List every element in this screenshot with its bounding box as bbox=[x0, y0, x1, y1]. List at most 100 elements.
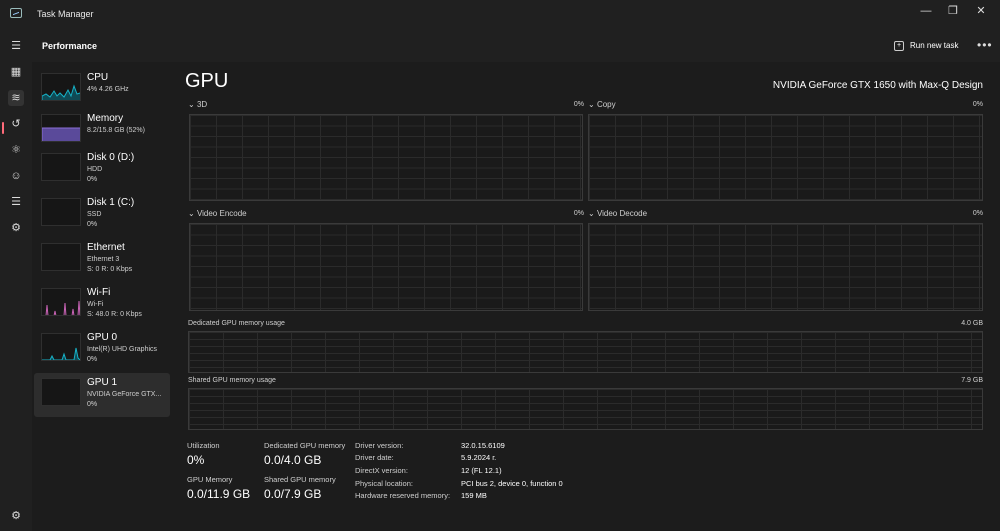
reserved-memory-value: 159 MB bbox=[461, 491, 487, 500]
app-history-icon[interactable]: ↺ bbox=[8, 116, 24, 132]
graph-value: 0% bbox=[972, 210, 983, 217]
device-item-gpu-1[interactable]: GPU 1 NVIDIA GeForce GTX... 0% bbox=[34, 373, 170, 417]
device-item-memory[interactable]: Memory 8.2/15.8 GB (52%) bbox=[34, 109, 170, 153]
gpu-memory-label: GPU Memory bbox=[187, 475, 233, 484]
navigation-rail: ☰ ▦ ≋ ↺ ⚛ ☺ ☰ ⚙ ⚙ bbox=[0, 30, 32, 531]
device-detail: 4% 4.26 GHz bbox=[87, 86, 129, 93]
shared-memory-value: 0.0/7.9 GB bbox=[264, 487, 322, 501]
shared-memory-max: 7.9 GB bbox=[961, 377, 983, 384]
directx-version-value: 12 (FL 12.1) bbox=[461, 466, 502, 475]
performance-icon[interactable]: ≋ bbox=[8, 90, 24, 106]
shared-memory-label: Shared GPU memory bbox=[264, 475, 336, 484]
cpu-thumbnail-graph bbox=[41, 73, 81, 101]
processes-icon[interactable]: ▦ bbox=[8, 64, 24, 80]
gpu-memory-value: 0.0/11.9 GB bbox=[187, 487, 251, 501]
device-item-gpu-0[interactable]: GPU 0 Intel(R) UHD Graphics 0% bbox=[34, 328, 170, 372]
chevron-down-icon: ⌄ bbox=[188, 100, 195, 109]
device-detail: Ethernet 3 bbox=[87, 256, 120, 263]
run-task-icon: + bbox=[894, 41, 904, 51]
restore-button[interactable]: ❐ bbox=[945, 4, 961, 18]
device-name: Ethernet bbox=[87, 242, 125, 253]
dedicated-memory-graph bbox=[188, 331, 983, 373]
device-name: Disk 0 (D:) bbox=[87, 152, 135, 163]
device-item-disk-0[interactable]: Disk 0 (D:) HDD 0% bbox=[34, 148, 170, 192]
physical-location-value: PCI bus 2, device 0, function 0 bbox=[461, 479, 563, 488]
disk-0-thumbnail-graph bbox=[41, 153, 81, 181]
physical-location-key: Physical location: bbox=[355, 479, 413, 488]
dedicated-memory-max: 4.0 GB bbox=[961, 320, 983, 327]
device-name: GPU 1 bbox=[87, 377, 118, 388]
device-name: GPU 0 bbox=[87, 332, 118, 343]
title-bar: Task Manager — ❐ ✕ bbox=[0, 0, 1000, 30]
chevron-down-icon: ⌄ bbox=[588, 209, 595, 218]
services-icon[interactable]: ⚙ bbox=[8, 220, 24, 236]
shared-memory-graph-label: Shared GPU memory usage bbox=[188, 377, 276, 384]
graph-label: Copy bbox=[596, 100, 616, 109]
window-title: Task Manager bbox=[37, 9, 94, 19]
gpu-title: GPU bbox=[185, 70, 229, 92]
device-detail: Intel(R) UHD Graphics bbox=[87, 346, 158, 353]
shared-memory-graph bbox=[188, 388, 983, 430]
active-indicator bbox=[2, 122, 4, 134]
utilization-label: Utilization bbox=[187, 441, 220, 450]
startup-apps-icon[interactable]: ⚛ bbox=[8, 142, 24, 158]
dedicated-memory-value: 0.0/4.0 GB bbox=[264, 453, 322, 467]
driver-date-value: 5.9.2024 г. bbox=[461, 453, 497, 462]
page-title: Performance bbox=[42, 41, 98, 51]
graph-value: 0% bbox=[972, 101, 983, 108]
details-icon[interactable]: ☰ bbox=[8, 194, 24, 210]
hamburger-menu-icon[interactable]: ☰ bbox=[8, 38, 24, 54]
close-button[interactable]: ✕ bbox=[973, 4, 989, 18]
gpu-model-name: NVIDIA GeForce GTX 1650 with Max-Q Desig… bbox=[772, 80, 983, 91]
graph-value: 0% bbox=[573, 101, 584, 108]
users-icon[interactable]: ☺ bbox=[8, 168, 24, 184]
device-detail: Wi-Fi bbox=[87, 301, 104, 308]
device-usage: 0% bbox=[87, 356, 98, 363]
device-name: Disk 1 (C:) bbox=[87, 197, 135, 208]
device-detail: NVIDIA GeForce GTX... bbox=[87, 391, 162, 398]
wifi-thumbnail-graph bbox=[41, 288, 81, 316]
device-throughput: S: 0 R: 0 Kbps bbox=[87, 266, 133, 273]
disk-1-thumbnail-graph bbox=[41, 198, 81, 226]
graph-video-encode-selector[interactable]: ⌄ Video Encode bbox=[188, 209, 247, 218]
directx-version-key: DirectX version: bbox=[355, 466, 408, 475]
graph-label: 3D bbox=[196, 100, 208, 109]
reserved-memory-key: Hardware reserved memory: bbox=[355, 491, 451, 500]
graph-video-decode-selector[interactable]: ⌄ Video Decode bbox=[588, 209, 647, 218]
device-throughput: S: 48.0 R: 0 Kbps bbox=[87, 311, 142, 318]
chevron-down-icon: ⌄ bbox=[188, 209, 195, 218]
driver-version-value: 32.0.15.6109 bbox=[461, 441, 505, 450]
gpu-1-thumbnail-graph bbox=[41, 378, 81, 406]
device-item-wifi[interactable]: Wi-Fi Wi-Fi S: 48.0 R: 0 Kbps bbox=[34, 283, 170, 327]
graph-copy-selector[interactable]: ⌄ Copy bbox=[588, 100, 616, 109]
dedicated-memory-graph-label: Dedicated GPU memory usage bbox=[188, 320, 285, 327]
graph-label: Video Encode bbox=[196, 209, 247, 218]
settings-gear-icon[interactable]: ⚙ bbox=[8, 508, 24, 524]
graph-label: Video Decode bbox=[596, 209, 648, 218]
graph-video-decode bbox=[588, 223, 983, 311]
dedicated-memory-label: Dedicated GPU memory bbox=[264, 441, 346, 450]
device-detail: HDD bbox=[87, 166, 103, 173]
device-usage: 0% bbox=[87, 401, 98, 408]
page-header: Performance + Run new task ••• bbox=[32, 30, 1000, 62]
graph-video-encode bbox=[189, 223, 583, 311]
run-new-task-button[interactable]: + Run new task bbox=[894, 37, 958, 55]
minimize-button[interactable]: — bbox=[918, 4, 934, 18]
driver-version-key: Driver version: bbox=[355, 441, 404, 450]
device-usage: 0% bbox=[87, 221, 98, 228]
device-item-ethernet[interactable]: Ethernet Ethernet 3 S: 0 R: 0 Kbps bbox=[34, 238, 170, 282]
more-options-icon[interactable]: ••• bbox=[977, 38, 993, 52]
graph-3d-selector[interactable]: ⌄ 3D bbox=[188, 100, 207, 109]
device-item-disk-1[interactable]: Disk 1 (C:) SSD 0% bbox=[34, 193, 170, 237]
utilization-value: 0% bbox=[187, 453, 205, 467]
gpu-performance-panel: GPU NVIDIA GeForce GTX 1650 with Max-Q D… bbox=[172, 62, 1000, 531]
task-manager-icon bbox=[10, 8, 22, 18]
gpu-0-thumbnail-graph bbox=[41, 333, 81, 361]
graph-value: 0% bbox=[573, 210, 584, 217]
chevron-down-icon: ⌄ bbox=[588, 100, 595, 109]
device-item-cpu[interactable]: CPU 4% 4.26 GHz bbox=[34, 68, 170, 112]
device-list: CPU 4% 4.26 GHz Memory 8.2/15.8 GB (52%)… bbox=[32, 62, 172, 531]
device-usage: 0% bbox=[87, 176, 98, 183]
device-name: Wi-Fi bbox=[87, 287, 111, 298]
graph-copy bbox=[588, 114, 983, 201]
